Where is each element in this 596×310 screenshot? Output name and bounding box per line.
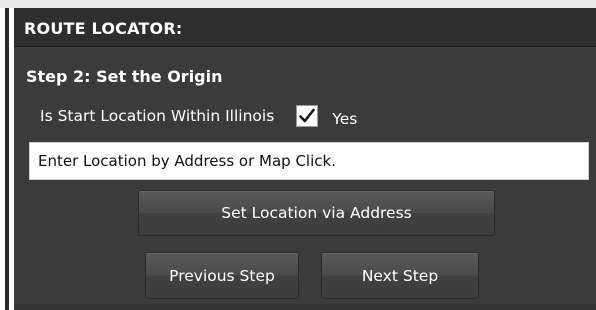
location-input[interactable] [29, 142, 589, 180]
route-locator-screen: ROUTE LOCATOR: Step 2: Set the Origin Is… [0, 0, 596, 310]
next-step-button[interactable]: Next Step [321, 252, 479, 299]
previous-step-button-label: Previous Step [169, 266, 275, 285]
illinois-checkbox[interactable] [296, 105, 319, 127]
route-locator-panel: ROUTE LOCATOR: Step 2: Set the Origin Is… [14, 8, 596, 310]
illinois-question-label: Is Start Location Within Illinois [40, 107, 275, 125]
set-location-button-label: Set Location via Address [221, 204, 412, 222]
left-border [0, 8, 14, 310]
step-title: Step 2: Set the Origin [26, 67, 223, 86]
yes-label: Yes [332, 110, 358, 128]
panel-title: ROUTE LOCATOR: [24, 19, 183, 38]
set-location-via-address-button[interactable]: Set Location via Address [138, 190, 495, 236]
illinois-question-row: Is Start Location Within Illinois Yes [40, 102, 357, 130]
panel-bottom-shade [14, 304, 596, 310]
left-border-line [5, 8, 9, 310]
top-border-strip [0, 0, 596, 8]
checkmark-icon [299, 108, 316, 123]
panel-header: ROUTE LOCATOR: [14, 8, 596, 47]
next-step-button-label: Next Step [361, 266, 439, 285]
previous-step-button[interactable]: Previous Step [145, 252, 299, 299]
